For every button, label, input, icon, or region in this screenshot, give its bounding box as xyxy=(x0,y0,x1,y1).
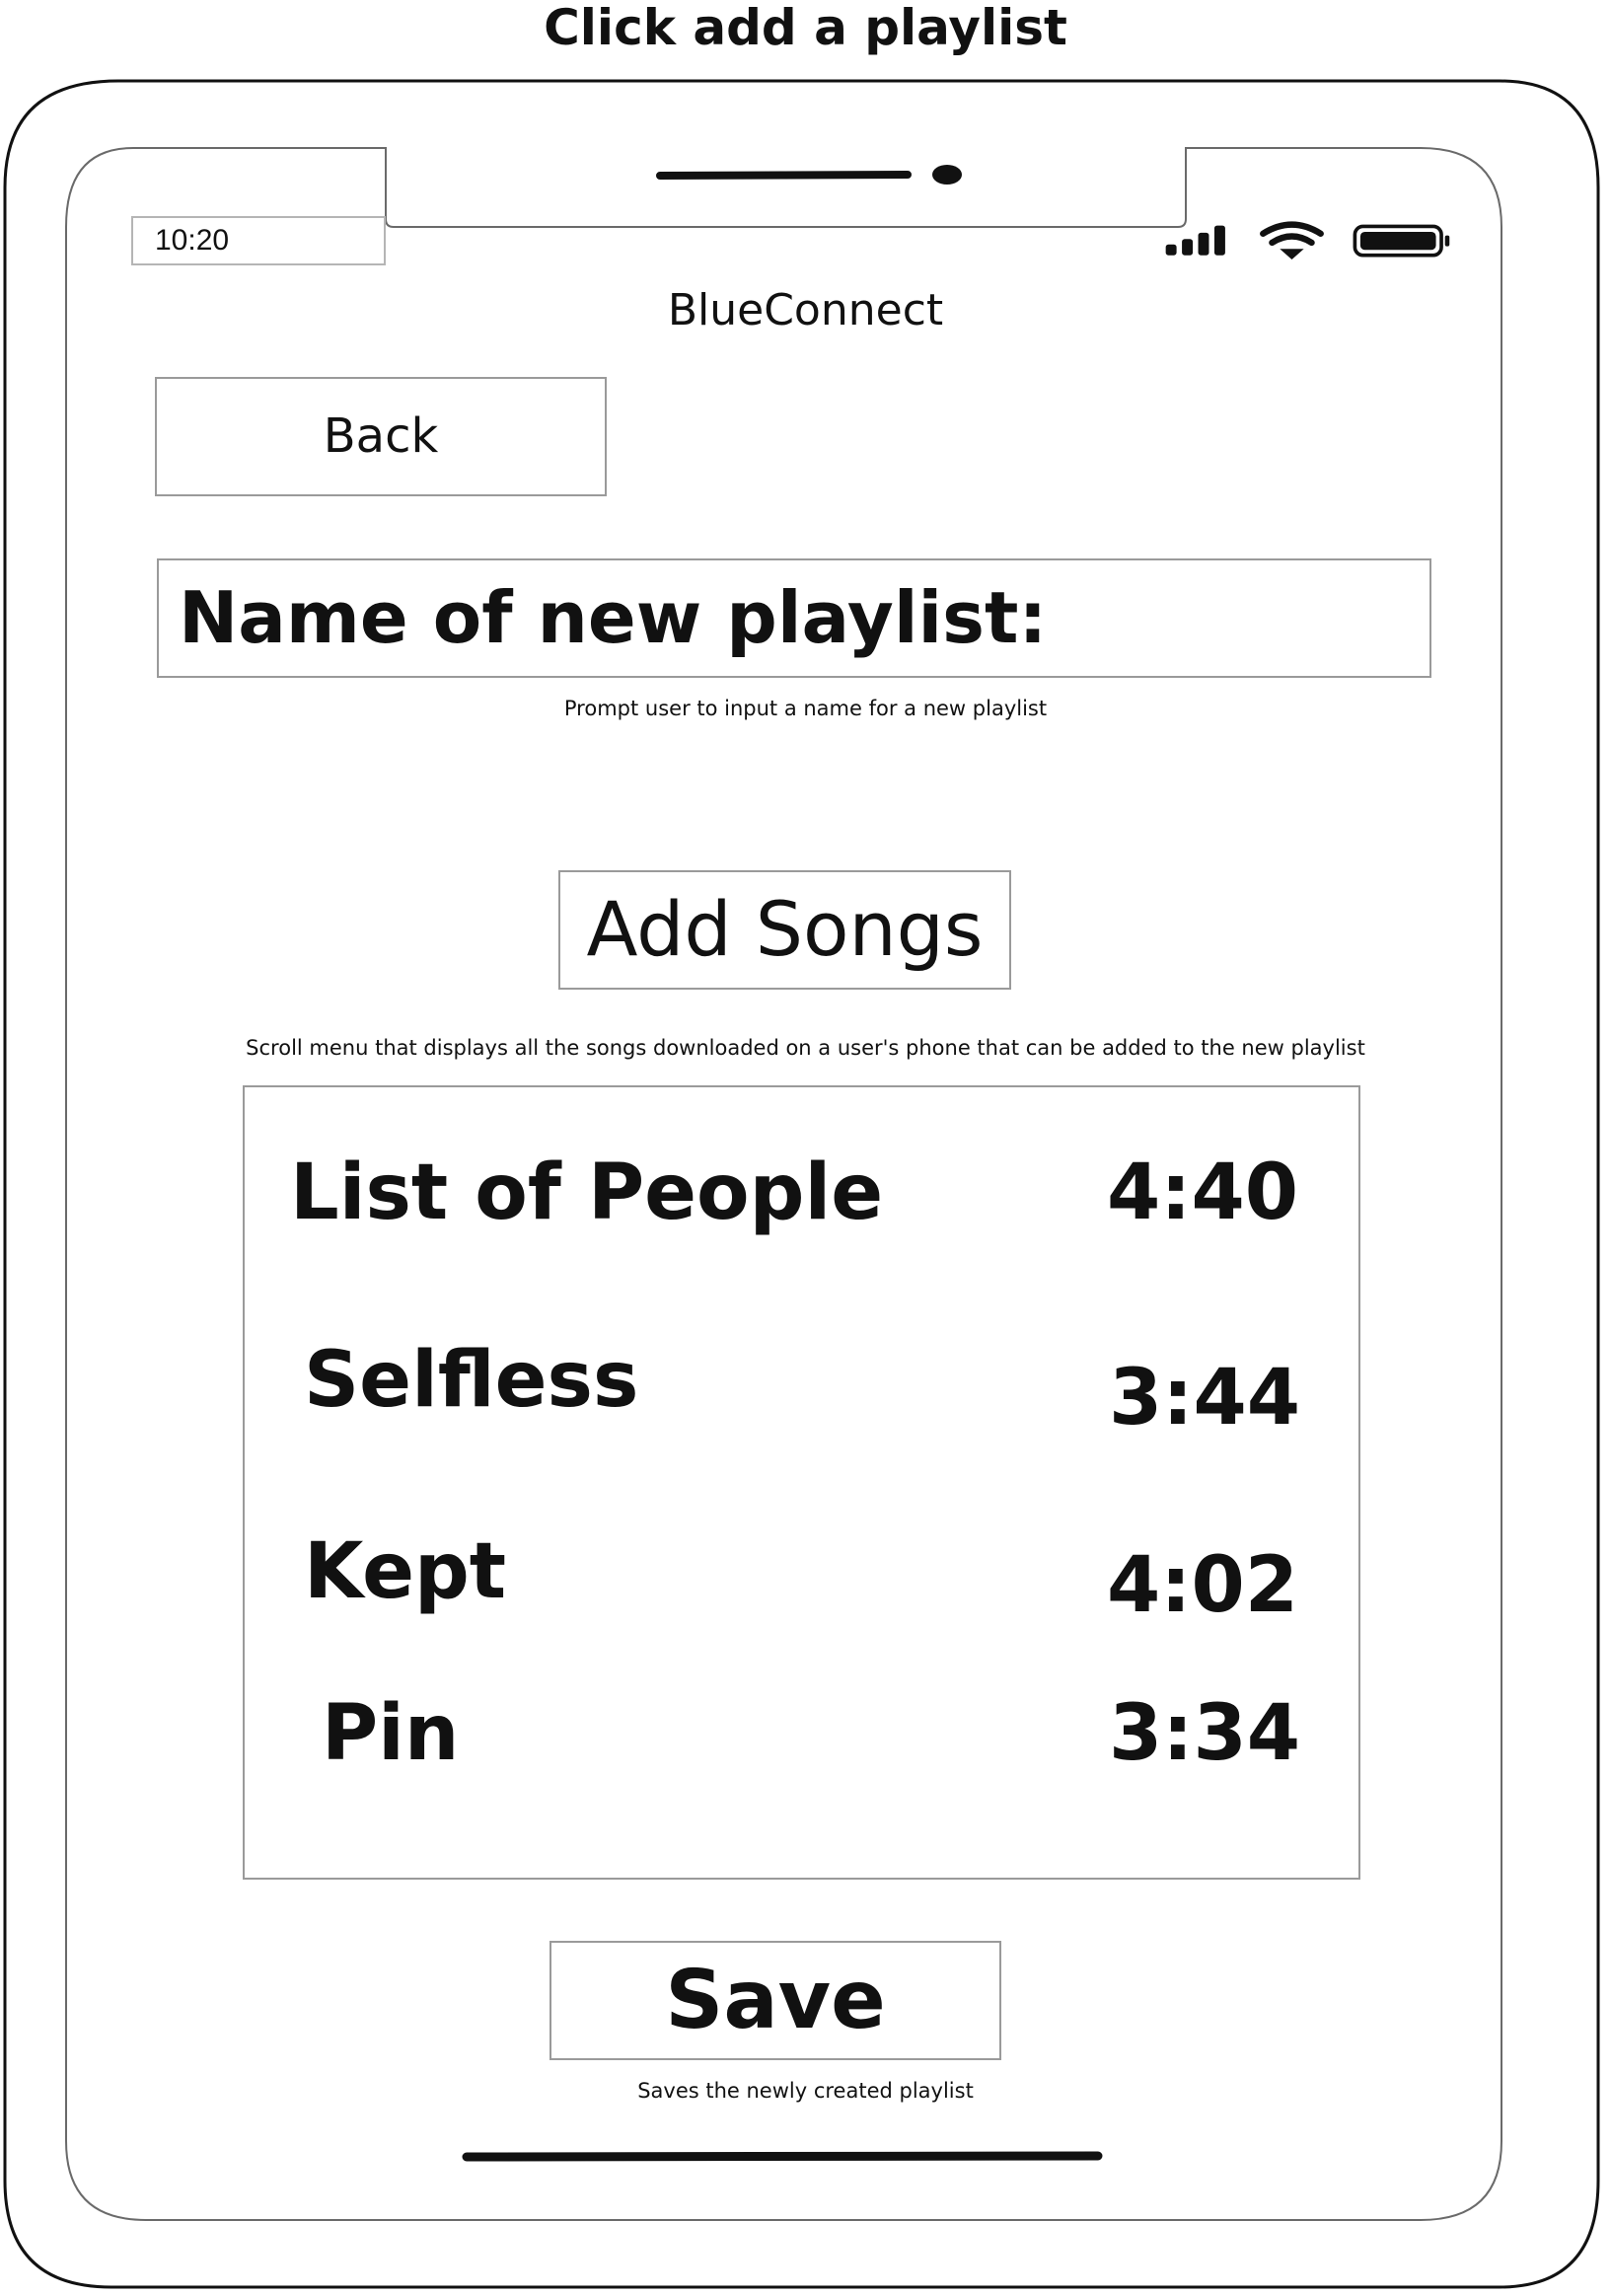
playlist-name-input[interactable]: Name of new playlist: xyxy=(157,558,1431,678)
speaker-grille xyxy=(656,171,912,180)
song-title: List of People xyxy=(290,1148,884,1237)
song-title: Selfless xyxy=(304,1336,639,1425)
song-duration: 4:02 xyxy=(1107,1541,1299,1630)
song-title: Kept xyxy=(304,1527,507,1616)
song-duration: 3:34 xyxy=(1109,1689,1301,1778)
wifi-icon xyxy=(1260,221,1324,259)
status-time: 10:20 xyxy=(131,216,386,265)
battery-icon xyxy=(1353,224,1450,258)
app-title: BlueConnect xyxy=(667,285,944,335)
song-list[interactable]: List of People 4:40 Selfless 3:44 Kept 4… xyxy=(243,1085,1360,1880)
status-icons xyxy=(1165,221,1450,259)
back-button[interactable]: Back xyxy=(155,377,607,496)
name-field-note: Prompt user to input a name for a new pl… xyxy=(563,697,1048,720)
add-songs-button[interactable]: Add Songs xyxy=(558,870,1011,990)
signal-bars-icon xyxy=(1165,225,1225,256)
song-duration: 4:40 xyxy=(1107,1148,1299,1237)
save-button[interactable]: Save xyxy=(549,1941,1001,2060)
camera-dot xyxy=(932,165,962,185)
song-duration: 3:44 xyxy=(1109,1354,1301,1443)
save-button-note: Saves the newly created playlist xyxy=(637,2079,974,2103)
home-indicator xyxy=(462,2151,1103,2162)
song-title: Pin xyxy=(322,1689,460,1778)
song-list-note: Scroll menu that displays all the songs … xyxy=(246,1036,1365,1060)
